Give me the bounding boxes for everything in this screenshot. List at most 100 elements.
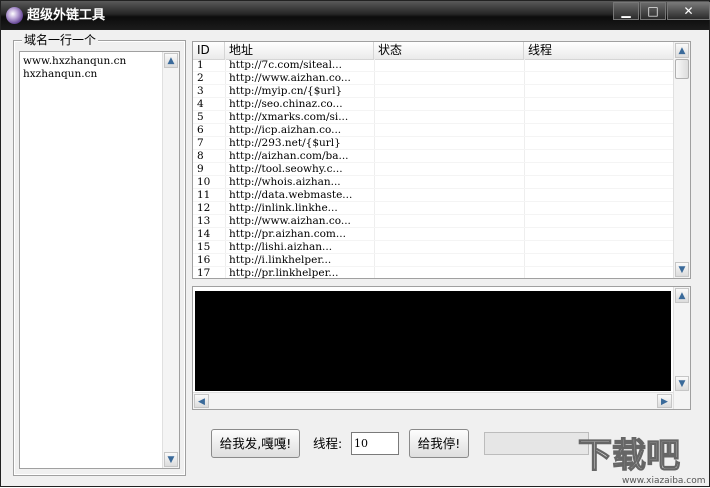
table-row[interactable]: 6 http://icp.aizhan.co...	[193, 124, 674, 137]
cell-id: 4	[197, 98, 204, 110]
cell-status	[374, 215, 524, 228]
column-header-url[interactable]: 地址	[225, 42, 374, 59]
table-row[interactable]: 5 http://xmarks.com/si...	[193, 111, 674, 124]
cell-id: 12	[197, 202, 211, 214]
cell-thread	[524, 228, 674, 241]
start-button[interactable]: 给我发,嘎嘎!	[211, 429, 300, 458]
cell-url: http://tool.seowhy.c...	[229, 163, 343, 175]
table-row[interactable]: 8 http://aizhan.com/ba...	[193, 150, 674, 163]
cell-id: 10	[197, 176, 211, 188]
scroll-left-arrow-icon[interactable]: ◀	[194, 394, 209, 408]
cell-status	[374, 150, 524, 163]
cell-id: 14	[197, 228, 211, 240]
minimize-button[interactable]: ▁	[613, 2, 639, 20]
cell-url: http://whois.aizhan...	[229, 176, 341, 188]
cell-status	[374, 137, 524, 150]
cell-thread	[524, 137, 674, 150]
log-panel[interactable]: ▲ ▼ ◀ ▶	[192, 286, 691, 410]
domain-line: www.hxzhanqun.cn	[23, 55, 127, 67]
cell-id: 3	[197, 85, 204, 97]
cell-thread	[524, 241, 674, 254]
table-row[interactable]: 2 http://www.aizhan.co...	[193, 72, 674, 85]
cell-thread	[524, 163, 674, 176]
cell-thread	[524, 176, 674, 189]
log-horizontal-scrollbar[interactable]: ◀ ▶	[193, 392, 673, 409]
cell-url: http://lishi.aizhan...	[229, 241, 333, 253]
scroll-right-arrow-icon[interactable]: ▶	[657, 394, 672, 408]
cell-status	[374, 98, 524, 111]
cell-url: http://xmarks.com/si...	[229, 111, 349, 123]
cell-status	[374, 85, 524, 98]
cell-url: http://aizhan.com/ba...	[229, 150, 349, 162]
cell-id: 5	[197, 111, 204, 123]
cell-url: http://293.net/{$url}	[229, 137, 341, 149]
title-bar[interactable]: 超级外链工具 ▁ □ ✕	[1, 1, 710, 30]
table-row[interactable]: 7 http://293.net/{$url}	[193, 137, 674, 150]
table-row[interactable]: 9 http://tool.seowhy.c...	[193, 163, 674, 176]
task-list-view[interactable]: ID 地址 状态 线程 1 http://7c.com/siteal... 2 htt…	[192, 41, 691, 279]
cell-id: 7	[197, 137, 204, 149]
cell-thread	[524, 98, 674, 111]
svg-text:www.xiazaiba.com: www.xiazaiba.com	[622, 476, 706, 486]
table-row[interactable]: 15 http://lishi.aizhan...	[193, 241, 674, 254]
cell-url: http://pr.aizhan.com...	[229, 228, 346, 240]
svg-text:下载吧: 下载吧	[578, 436, 680, 476]
cell-url: http://www.aizhan.co...	[229, 72, 351, 84]
cell-id: 6	[197, 124, 204, 136]
cell-status	[374, 202, 524, 215]
cell-status	[374, 124, 524, 137]
scroll-down-arrow-icon[interactable]: ▼	[675, 376, 689, 391]
scroll-down-arrow-icon[interactable]: ▼	[164, 452, 178, 467]
table-row[interactable]: 10 http://whois.aizhan...	[193, 176, 674, 189]
table-row[interactable]: 13 http://www.aizhan.co...	[193, 215, 674, 228]
table-row[interactable]: 3 http://myip.cn/{$url}	[193, 85, 674, 98]
cell-url: http://pr.linkhelper...	[229, 267, 339, 279]
cell-id: 11	[197, 189, 211, 201]
cell-url: http://www.aizhan.co...	[229, 215, 351, 227]
log-output[interactable]	[195, 291, 671, 391]
table-row[interactable]: 14 http://pr.aizhan.com...	[193, 228, 674, 241]
cell-url: http://data.webmaste...	[229, 189, 353, 201]
table-row[interactable]: 16 http://i.linkhelper...	[193, 254, 674, 267]
cell-status	[374, 241, 524, 254]
column-header-status[interactable]: 状态	[374, 42, 524, 59]
cell-id: 9	[197, 163, 204, 175]
cell-id: 13	[197, 215, 211, 227]
progress-bar	[484, 432, 589, 455]
thread-count-label: 线程:	[313, 436, 343, 451]
table-row[interactable]: 4 http://seo.chinaz.co...	[193, 98, 674, 111]
scroll-up-arrow-icon[interactable]: ▲	[675, 288, 689, 303]
thread-count-input[interactable]: 10	[351, 432, 399, 455]
cell-status	[374, 163, 524, 176]
table-row[interactable]: 12 http://inlink.linkhe...	[193, 202, 674, 215]
cell-thread	[524, 111, 674, 124]
window-title: 超级外链工具	[27, 8, 106, 23]
maximize-button[interactable]: □	[640, 2, 666, 20]
cell-id: 2	[197, 72, 204, 84]
cell-status	[374, 59, 524, 72]
scroll-up-arrow-icon[interactable]: ▲	[675, 43, 689, 58]
cell-id: 8	[197, 150, 204, 162]
table-row[interactable]: 11 http://data.webmaste...	[193, 189, 674, 202]
cell-url: http://myip.cn/{$url}	[229, 85, 343, 97]
close-button[interactable]: ✕	[667, 2, 710, 20]
column-header-id[interactable]: ID	[193, 42, 225, 59]
cell-id: 16	[197, 254, 211, 266]
cell-status	[374, 111, 524, 124]
table-row[interactable]: 1 http://7c.com/siteal...	[193, 59, 674, 72]
domain-vertical-scrollbar[interactable]: ▲ ▼	[162, 52, 179, 468]
column-header-thread[interactable]: 线程	[524, 42, 674, 59]
log-vertical-scrollbar[interactable]: ▲ ▼	[673, 287, 690, 409]
scroll-down-arrow-icon[interactable]: ▼	[675, 262, 689, 277]
app-window: 超级外链工具 ▁ □ ✕ 域名一行一个 www.hxzhanqun.cn hxzh…	[0, 0, 710, 487]
scroll-thumb[interactable]	[675, 59, 689, 79]
table-row[interactable]: 17 http://pr.linkhelper...	[193, 267, 674, 279]
cell-thread	[524, 85, 674, 98]
stop-button[interactable]: 给我停!	[409, 429, 469, 458]
domain-textarea[interactable]: www.hxzhanqun.cn hxzhanqun.cn ▲ ▼	[19, 51, 180, 469]
list-vertical-scrollbar[interactable]: ▲ ▼	[673, 42, 690, 278]
scroll-up-arrow-icon[interactable]: ▲	[164, 53, 178, 68]
domain-list: www.hxzhanqun.cn hxzhanqun.cn	[23, 55, 126, 81]
cell-status	[374, 267, 524, 278]
domain-group-legend: 域名一行一个	[22, 33, 99, 47]
